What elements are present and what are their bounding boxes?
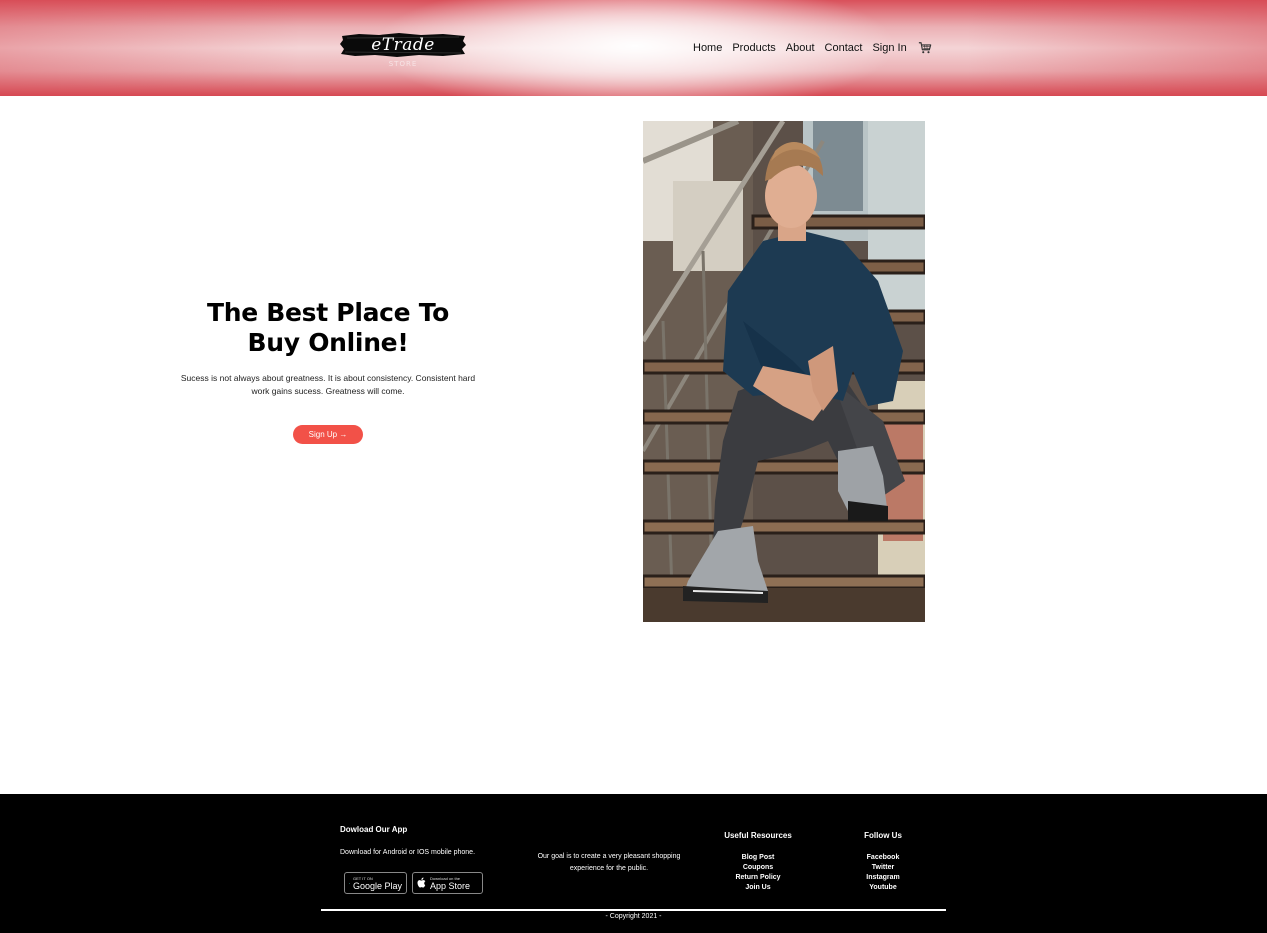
hero-description: Sucess is not always about greatness. It… — [180, 373, 476, 396]
nav-home[interactable]: Home — [693, 42, 722, 54]
footer-app-description: Download for Android or IOS mobile phone… — [340, 849, 476, 856]
footer-app-section: Dowload Our App Download for Android or … — [340, 825, 510, 856]
shopping-cart-icon[interactable] — [918, 41, 932, 55]
app-store-text: App Store — [430, 880, 471, 891]
site-header: eTrade STORE Home Products About Contact… — [0, 0, 1267, 96]
site-logo[interactable]: eTrade STORE — [339, 32, 469, 72]
app-store-badges: GET IT ON Google Play Download on the Ap… — [344, 872, 488, 894]
header-gradient-left — [0, 0, 300, 96]
hero-photo-man-on-stairs — [643, 121, 925, 622]
footer-link-coupons[interactable]: Coupons — [713, 863, 803, 873]
footer-link-twitter[interactable]: Twitter — [838, 863, 928, 873]
footer-link-instagram[interactable]: Instagram — [838, 873, 928, 883]
google-play-badge[interactable]: GET IT ON Google Play — [344, 872, 407, 894]
footer-follow-section: Follow Us Facebook Twitter Instagram You… — [838, 831, 928, 893]
footer-link-return-policy[interactable]: Return Policy — [713, 873, 803, 883]
footer-link-youtube[interactable]: Youtube — [838, 883, 928, 893]
footer-resources-section: Useful Resources Blog Post Coupons Retur… — [713, 831, 803, 893]
hero-title-line-1: The Best Place To — [206, 298, 450, 327]
footer-goal-text: Our goal is to create a very pleasant sh… — [537, 853, 681, 872]
hero-title-line-2: Buy Online! — [247, 328, 409, 357]
hero-title: The Best Place To Buy Online! — [178, 298, 478, 358]
header-gradient-right — [967, 0, 1267, 96]
sign-up-button[interactable]: Sign Up → — [293, 425, 363, 444]
nav-about[interactable]: About — [786, 42, 815, 54]
app-store-badge[interactable]: Download on the App Store — [412, 872, 483, 894]
footer-link-join-us[interactable]: Join Us — [713, 883, 803, 893]
footer-link-facebook[interactable]: Facebook — [838, 853, 928, 863]
google-play-icon — [349, 882, 350, 884]
google-play-text: Google Play — [352, 880, 402, 891]
copyright-text: - Copyright 2021 - — [605, 913, 662, 920]
nav-sign-in[interactable]: Sign In — [872, 42, 906, 54]
footer-app-heading: Dowload Our App — [340, 825, 408, 834]
footer-resources-list: Blog Post Coupons Return Policy Join Us — [713, 853, 803, 893]
footer-follow-list: Facebook Twitter Instagram Youtube — [838, 853, 928, 893]
footer-follow-heading: Follow Us — [864, 831, 902, 840]
nav-contact[interactable]: Contact — [825, 42, 863, 54]
footer-link-blog-post[interactable]: Blog Post — [713, 853, 803, 863]
footer-divider — [321, 909, 946, 911]
nav-products[interactable]: Products — [732, 42, 775, 54]
logo-subtitle: STORE — [388, 60, 418, 68]
main-nav: Home Products About Contact Sign In — [693, 38, 932, 58]
site-footer: Dowload Our App Download for Android or … — [0, 794, 1267, 933]
apple-icon — [417, 877, 426, 888]
footer-resources-heading: Useful Resources — [724, 831, 792, 840]
logo-text: eTrade — [371, 35, 435, 55]
hero-section: The Best Place To Buy Online! Sucess is … — [178, 298, 478, 398]
